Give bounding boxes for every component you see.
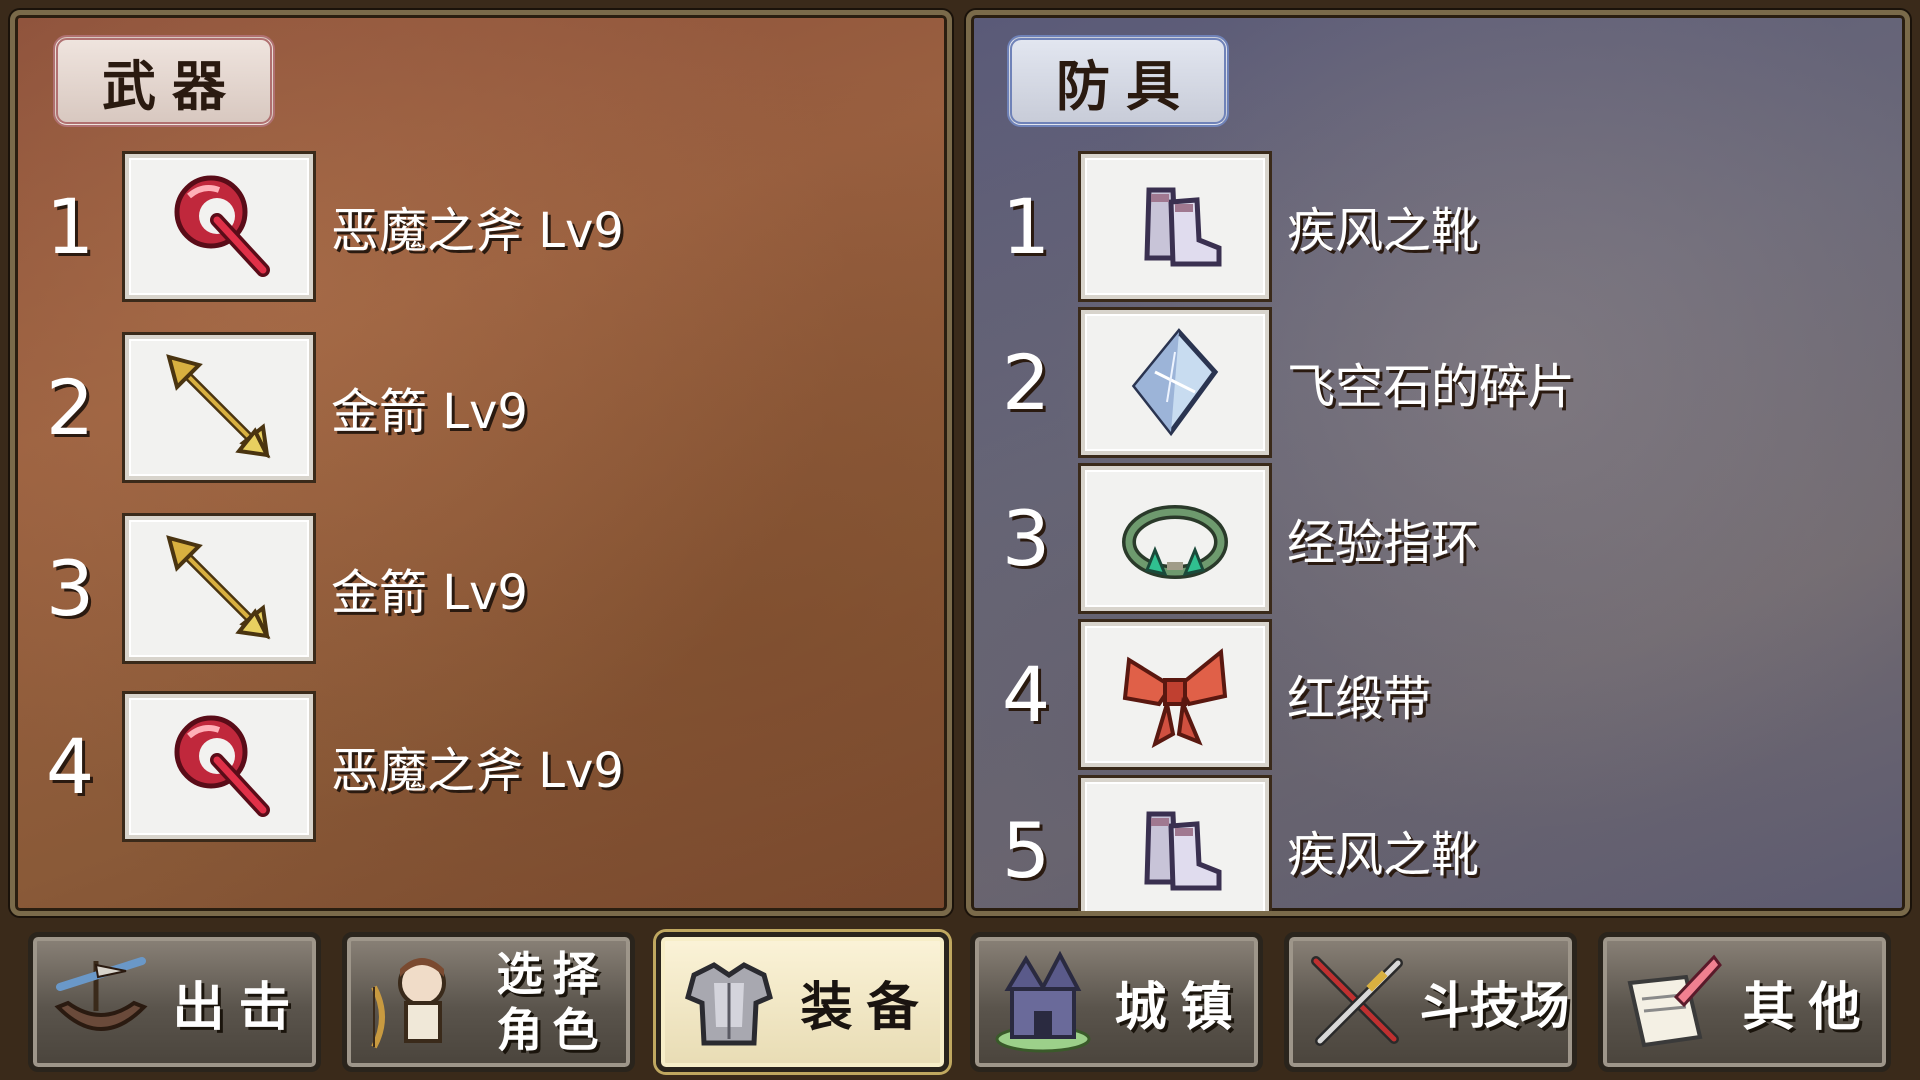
arrow-icon (166, 535, 271, 640)
sortie-button[interactable]: 出击 (28, 932, 321, 1072)
weapon-slot-4[interactable]: 4 恶魔之斧 Lv9 (15, 691, 624, 841)
slot-number: 1 (1001, 181, 1051, 271)
crystal-icon (1131, 328, 1219, 437)
slot-number: 3 (1001, 493, 1051, 583)
axe-icon (174, 715, 270, 817)
other-label: 其他 (1742, 977, 1875, 1038)
weapon-panel-title: 武器 (53, 35, 275, 127)
town-label: 城镇 (1114, 977, 1247, 1038)
slot-icon-frame[interactable] (1081, 621, 1269, 767)
castle-icon (983, 942, 1103, 1062)
weapon-panel: 武器 1 恶魔之斧 Lv9 2 金箭 Lv9 3 金箭 Lv9 4 恶魔之斧 L… (10, 10, 952, 916)
select-character-line2: 角色 (496, 1003, 609, 1057)
armor-slot-2[interactable]: 2 飞空石的碎片 (971, 307, 1575, 457)
arrow-icon (166, 354, 271, 459)
boots-icon (1144, 811, 1222, 891)
bottom-nav-bar: 出击 选择 角色 装备 城镇 斗技场 其他 (0, 924, 1920, 1080)
item-name: 恶魔之斧 Lv9 (331, 743, 624, 799)
slot-icon-frame[interactable] (125, 334, 313, 480)
axe-icon (174, 175, 270, 277)
slot-icon-frame[interactable] (1081, 465, 1269, 611)
slot-number: 2 (1001, 337, 1051, 427)
armor-icon (669, 942, 789, 1062)
slot-icon-frame[interactable] (125, 693, 313, 839)
slot-number: 3 (45, 543, 95, 633)
weapon-slot-3[interactable]: 3 金箭 Lv9 (15, 513, 528, 663)
select-character-button[interactable]: 选择 角色 (342, 932, 635, 1072)
slot-icon-frame[interactable] (125, 153, 313, 299)
other-button[interactable]: 其他 (1598, 932, 1891, 1072)
armor-slot-1[interactable]: 1 疾风之靴 (971, 151, 1479, 301)
ship-icon (41, 942, 161, 1062)
slot-number: 4 (1001, 649, 1051, 739)
slot-icon-frame[interactable] (1081, 309, 1269, 455)
crossed-swords-icon (1297, 942, 1417, 1062)
armor-slot-3[interactable]: 3 经验指环 (971, 463, 1479, 613)
arena-button[interactable]: 斗技场 (1284, 932, 1577, 1072)
character-icon (355, 942, 475, 1062)
slot-number: 2 (45, 362, 95, 452)
scroll-quill-icon (1611, 942, 1731, 1062)
ring-icon (1122, 505, 1228, 579)
town-button[interactable]: 城镇 (970, 932, 1263, 1072)
ribbon-icon (1122, 648, 1228, 749)
select-character-line1: 选择 (496, 947, 609, 1001)
slot-icon-frame[interactable] (1081, 153, 1269, 299)
item-name: 金箭 Lv9 (331, 565, 528, 621)
select-character-label: 选择 角色 (475, 946, 630, 1058)
armor-panel-title: 防具 (1007, 35, 1229, 127)
item-name: 飞空石的碎片 (1287, 359, 1576, 415)
armor-panel: 防具 1 疾风之靴 2 飞空石的碎片 3 经验指环 4 红缎带 5 疾风之靴 (966, 10, 1910, 916)
arena-label: 斗技场 (1419, 977, 1570, 1035)
armor-slot-4[interactable]: 4 红缎带 (971, 619, 1431, 769)
slot-icon-frame[interactable] (1081, 777, 1269, 911)
item-name: 经验指环 (1287, 515, 1480, 571)
item-name: 恶魔之斧 Lv9 (331, 203, 624, 259)
slot-number: 1 (45, 181, 95, 271)
sortie-label: 出击 (172, 977, 305, 1038)
equip-label: 装备 (800, 977, 933, 1038)
slot-icon-frame[interactable] (125, 515, 313, 661)
armor-slot-5[interactable]: 5 疾风之靴 (971, 775, 1480, 911)
item-name: 金箭 Lv9 (331, 384, 528, 440)
slot-number: 5 (1001, 805, 1051, 895)
weapon-slot-1[interactable]: 1 恶魔之斧 Lv9 (15, 151, 624, 301)
slot-number: 4 (45, 721, 95, 811)
weapon-slot-2[interactable]: 2 金箭 Lv9 (15, 332, 528, 482)
item-name: 红缎带 (1287, 671, 1432, 727)
equip-button[interactable]: 装备 (656, 932, 949, 1072)
item-name: 疾风之靴 (1287, 827, 1480, 883)
boots-icon (1144, 187, 1222, 267)
item-name: 疾风之靴 (1287, 203, 1480, 259)
